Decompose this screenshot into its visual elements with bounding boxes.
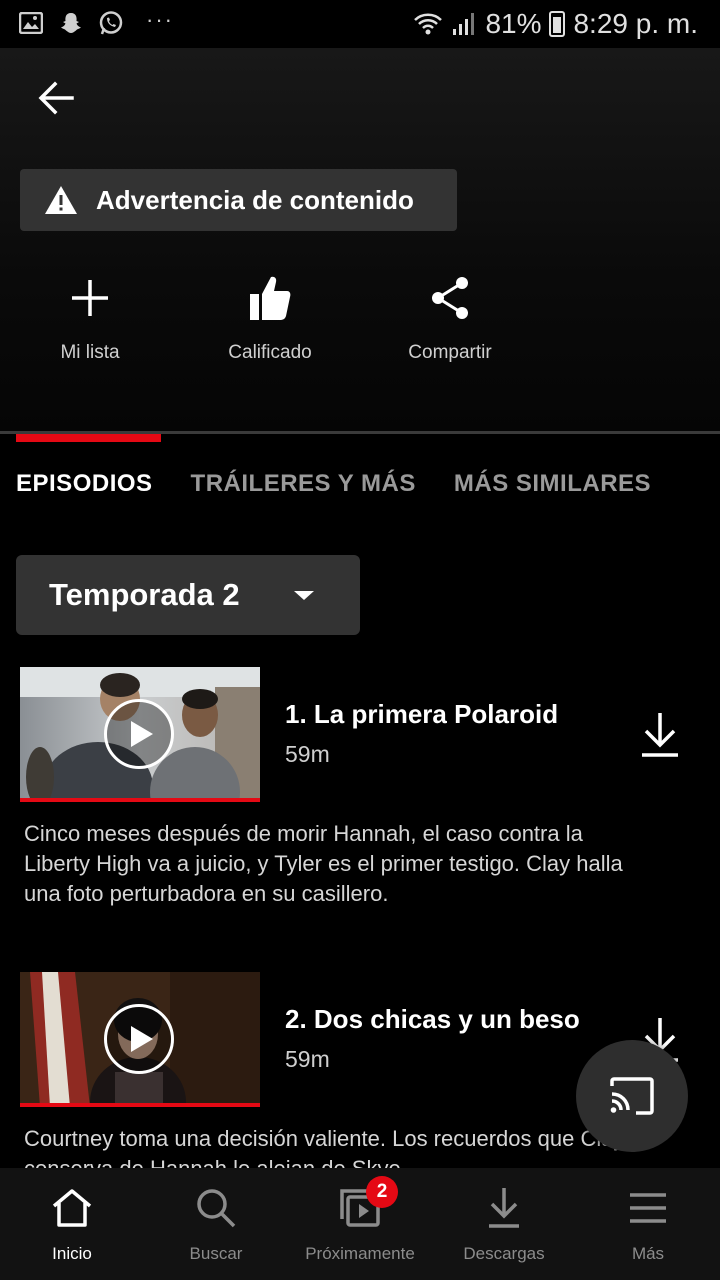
nav-search[interactable]: Buscar bbox=[144, 1168, 288, 1280]
notification-badge: 2 bbox=[366, 1176, 398, 1208]
episode-description: Cinco meses después de morir Hannah, el … bbox=[24, 821, 623, 906]
wifi-icon bbox=[414, 13, 443, 35]
play-icon bbox=[104, 1004, 174, 1074]
whatsapp-icon bbox=[98, 10, 124, 36]
chevron-down-icon bbox=[294, 591, 314, 600]
arrow-left-icon bbox=[38, 81, 74, 115]
nav-search-label: Buscar bbox=[189, 1244, 243, 1263]
episode-title[interactable]: 1. La primera Polaroid bbox=[285, 699, 558, 730]
snapchat-icon bbox=[58, 10, 84, 36]
nav-more[interactable]: Más bbox=[576, 1168, 720, 1280]
episode-description: Courtney toma una decisión valiente. Los… bbox=[24, 1126, 624, 1168]
tab-more-like-this[interactable]: MÁS SIMILARES bbox=[454, 470, 651, 498]
nav-more-label: Más bbox=[631, 1244, 665, 1263]
content-warning-label: Advertencia de contenido bbox=[96, 184, 414, 215]
bottom-navigation: Inicio Buscar 2 Próximamente Descargas M… bbox=[0, 1168, 720, 1280]
episode-title[interactable]: 2. Dos chicas y un beso bbox=[285, 1004, 580, 1035]
share-label: Compartir bbox=[408, 342, 492, 363]
menu-icon bbox=[630, 1193, 666, 1223]
episode-duration: 59m bbox=[285, 1046, 330, 1072]
episode-thumbnail[interactable] bbox=[20, 972, 260, 1107]
share-icon bbox=[432, 277, 468, 319]
status-bar-left: ··· bbox=[18, 7, 174, 36]
content-warning-button[interactable]: Advertencia de contenido bbox=[20, 169, 457, 231]
cast-button[interactable] bbox=[576, 1040, 688, 1152]
back-button[interactable] bbox=[36, 78, 76, 118]
download-icon bbox=[642, 713, 678, 757]
season-selector[interactable]: Temporada 2 bbox=[16, 555, 360, 635]
episode-duration: 59m bbox=[285, 741, 330, 767]
nav-coming-soon[interactable]: 2 Próximamente bbox=[288, 1168, 432, 1280]
warning-icon bbox=[45, 186, 77, 214]
my-list-label: Mi lista bbox=[60, 342, 120, 363]
battery-icon bbox=[549, 11, 566, 37]
nav-home[interactable]: Inicio bbox=[0, 1168, 144, 1280]
signal-icon bbox=[453, 13, 475, 35]
active-tab-indicator bbox=[16, 434, 161, 442]
progress-bar bbox=[20, 798, 260, 802]
clock: 8:29 p. m. bbox=[573, 8, 698, 39]
search-icon bbox=[197, 1189, 236, 1228]
cast-icon bbox=[610, 1077, 654, 1115]
tab-trailers[interactable]: TRÁILERES Y MÁS bbox=[191, 470, 416, 498]
tab-episodes[interactable]: EPISODIOS bbox=[16, 470, 153, 498]
title-header: Advertencia de contenido Mi lista Califi… bbox=[0, 48, 720, 431]
status-bar-right: 81% 8:29 p. m. bbox=[413, 8, 698, 40]
nav-downloads-label: Descargas bbox=[463, 1244, 545, 1263]
rated-label: Calificado bbox=[228, 342, 312, 363]
my-list-button[interactable]: Mi lista bbox=[20, 270, 160, 364]
content-tabs: EPISODIOS TRÁILERES Y MÁS MÁS SIMILARES bbox=[16, 470, 651, 498]
status-bar: ··· 81% 8:29 p. m. bbox=[0, 0, 720, 48]
nav-home-label: Inicio bbox=[52, 1244, 92, 1263]
rated-button[interactable]: Calificado bbox=[200, 270, 340, 364]
nav-coming-soon-label: Próximamente bbox=[305, 1244, 415, 1263]
title-actions: Mi lista Calificado Compartir bbox=[0, 270, 720, 370]
progress-bar bbox=[20, 1103, 260, 1107]
home-icon bbox=[52, 1189, 92, 1227]
nav-downloads[interactable]: Descargas bbox=[432, 1168, 576, 1280]
share-button[interactable]: Compartir bbox=[380, 270, 520, 364]
episode-download-button[interactable] bbox=[638, 709, 682, 761]
battery-percent: 81% bbox=[485, 8, 542, 39]
more-notifications-dots: ··· bbox=[146, 7, 174, 32]
season-label: Temporada 2 bbox=[49, 577, 240, 612]
gallery-icon bbox=[18, 10, 44, 36]
play-icon bbox=[104, 699, 174, 769]
download-icon bbox=[489, 1188, 519, 1228]
episode-thumbnail[interactable] bbox=[20, 667, 260, 802]
thumbs-up-icon bbox=[250, 276, 291, 320]
plus-icon bbox=[72, 280, 108, 316]
